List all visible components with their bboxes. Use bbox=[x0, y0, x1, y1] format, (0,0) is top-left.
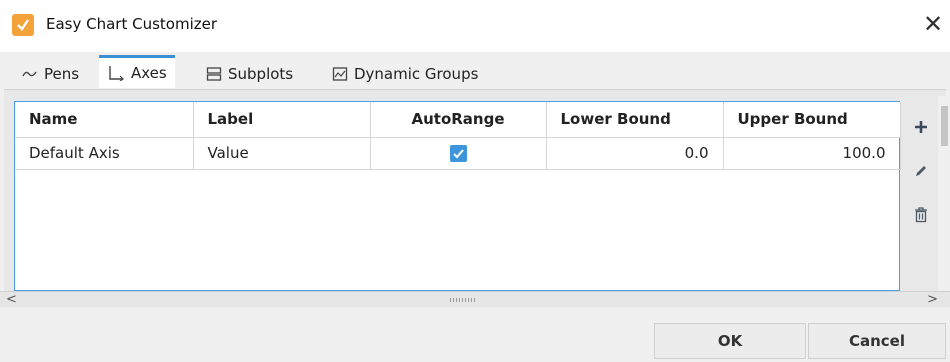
delete-axis-button[interactable] bbox=[906, 198, 936, 232]
checkmark-icon bbox=[452, 149, 464, 159]
line-wave-icon bbox=[22, 71, 37, 77]
window-title: Easy Chart Customizer bbox=[46, 15, 218, 33]
tab-subplots[interactable]: Subplots bbox=[198, 58, 301, 90]
edit-icon bbox=[916, 166, 926, 176]
dialog-footer: OK Cancel bbox=[0, 307, 950, 362]
delete-icon bbox=[915, 207, 927, 223]
cell-label[interactable]: Value bbox=[193, 137, 371, 170]
table-header-row: Name Label AutoRange Lower Bound Upper B… bbox=[15, 102, 901, 138]
column-header-autorange[interactable]: AutoRange bbox=[370, 102, 547, 138]
cell-lower-bound[interactable]: 0.0 bbox=[546, 137, 724, 170]
tab-label: Pens bbox=[44, 65, 80, 83]
column-header-name[interactable]: Name bbox=[15, 102, 194, 138]
tab-pens[interactable]: Pens bbox=[14, 58, 87, 90]
ok-button[interactable]: OK bbox=[654, 323, 806, 359]
table-row[interactable]: Default Axis Value 0.0 100.0 bbox=[15, 137, 901, 170]
edit-axis-button[interactable] bbox=[906, 154, 936, 188]
column-header-upper-bound[interactable]: Upper Bound bbox=[723, 102, 901, 138]
column-header-label[interactable]: Label bbox=[193, 102, 371, 138]
axes-icon bbox=[109, 66, 124, 81]
dynamic-groups-icon bbox=[332, 67, 348, 81]
tab-axes[interactable]: Axes bbox=[99, 55, 175, 88]
tab-label: Dynamic Groups bbox=[354, 65, 479, 83]
cancel-button[interactable]: Cancel bbox=[808, 323, 946, 359]
column-header-lower-bound[interactable]: Lower Bound bbox=[546, 102, 724, 138]
autorange-checkbox[interactable] bbox=[449, 145, 467, 162]
tab-dynamic-groups[interactable]: Dynamic Groups bbox=[324, 58, 486, 90]
horizontal-scrollbar[interactable]: < > bbox=[0, 291, 950, 307]
title-bar: Easy Chart Customizer ✕ bbox=[0, 0, 950, 52]
row-actions bbox=[906, 110, 936, 242]
app-logo-icon bbox=[12, 14, 34, 36]
tab-label: Subplots bbox=[228, 65, 294, 83]
add-icon bbox=[915, 121, 927, 133]
cell-name[interactable]: Default Axis bbox=[15, 137, 194, 170]
add-axis-button[interactable] bbox=[906, 110, 936, 144]
close-icon[interactable]: ✕ bbox=[920, 10, 946, 38]
vertical-scrollbar[interactable] bbox=[938, 96, 950, 292]
scroll-thumb[interactable] bbox=[941, 106, 948, 146]
cell-autorange[interactable] bbox=[370, 137, 547, 170]
scroll-left-icon[interactable]: < bbox=[6, 292, 17, 308]
scroll-right-icon[interactable]: > bbox=[927, 292, 938, 308]
tab-label: Axes bbox=[131, 64, 167, 82]
subplots-icon bbox=[206, 67, 222, 81]
cell-upper-bound[interactable]: 100.0 bbox=[723, 137, 901, 170]
tab-strip: Pens Axes Subplots Dynamic Groups bbox=[0, 55, 950, 90]
scroll-grip[interactable] bbox=[450, 298, 476, 302]
axes-table: Name Label AutoRange Lower Bound Upper B… bbox=[14, 101, 901, 291]
